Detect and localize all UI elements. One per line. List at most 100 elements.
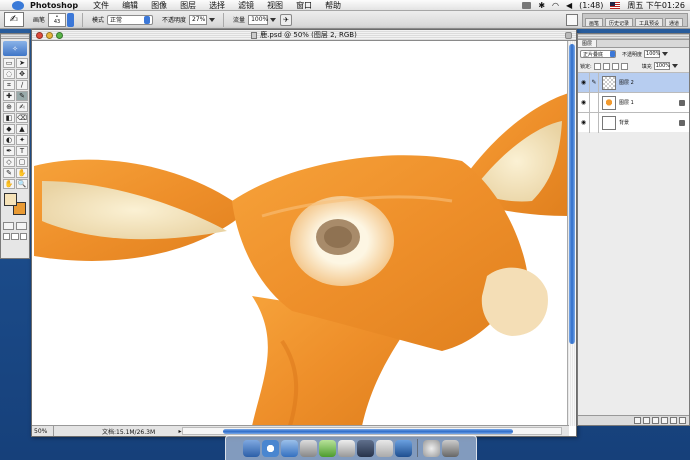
flow-field[interactable]: 100% — [248, 14, 268, 25]
tool-button-22[interactable]: ✋ — [3, 179, 15, 189]
tool-button-17[interactable]: T — [16, 146, 28, 156]
fill-arrow-icon[interactable] — [671, 64, 678, 68]
tool-button-4[interactable]: ⌗ — [3, 80, 15, 90]
horizontal-scrollbar[interactable] — [182, 427, 562, 435]
opacity-slider-arrow-icon[interactable] — [209, 17, 216, 22]
tool-button-1[interactable]: ➤ — [16, 58, 28, 68]
brush-picker[interactable]: • 43 — [48, 12, 67, 27]
brush-tool-preset-icon[interactable]: ✍ — [4, 12, 24, 27]
mode-select[interactable]: 正常 — [107, 14, 154, 25]
lock-image-icon[interactable] — [602, 62, 610, 70]
toolbar-toggle-icon[interactable] — [565, 32, 572, 39]
brush-dropdown-arrow[interactable] — [67, 12, 75, 27]
lock-position-icon[interactable] — [611, 62, 619, 70]
tool-button-12[interactable]: ◆ — [3, 124, 15, 134]
airbrush-toggle-icon[interactable]: ✈ — [280, 13, 293, 26]
zoom-window-icon[interactable] — [56, 32, 63, 39]
wifi-icon[interactable]: ◠ — [552, 1, 559, 10]
quick-mask-mode-button[interactable] — [16, 222, 27, 230]
apple-menu-icon[interactable] — [12, 0, 24, 10]
tool-button-5[interactable]: ∕ — [16, 80, 28, 90]
full-screen-button[interactable] — [19, 233, 27, 240]
tool-button-19[interactable]: ▢ — [16, 157, 28, 167]
tool-button-23[interactable]: 🔍 — [16, 179, 28, 189]
delete-layer-icon[interactable] — [679, 417, 686, 424]
brush-indicator-icon[interactable]: ✎ — [590, 72, 599, 93]
well-tab-channels[interactable]: 通道 — [664, 17, 683, 27]
menu-help[interactable]: 帮助 — [325, 0, 341, 11]
new-layer-icon[interactable] — [670, 417, 677, 424]
tool-button-2[interactable]: ◌ — [3, 69, 15, 79]
bluetooth-icon[interactable]: ✱ — [538, 1, 545, 10]
well-tab-history[interactable]: 历史记录 — [604, 17, 633, 27]
well-tab-tool-presets[interactable]: 工具预设 — [634, 17, 663, 27]
trash-dock-icon[interactable] — [442, 439, 459, 457]
layer-style-icon[interactable] — [634, 417, 641, 424]
address-book-dock-icon[interactable] — [338, 439, 355, 457]
tool-button-3[interactable]: ✥ — [16, 69, 28, 79]
opacity-field[interactable]: 27% — [189, 14, 208, 25]
new-set-icon[interactable] — [652, 417, 659, 424]
tool-button-16[interactable]: ✒ — [3, 146, 15, 156]
menu-view[interactable]: 视图 — [267, 0, 283, 11]
safari-dock-icon[interactable] — [262, 439, 279, 457]
minimize-window-icon[interactable] — [46, 32, 53, 39]
menu-edit[interactable]: 编辑 — [122, 0, 138, 11]
file-browser-button[interactable] — [565, 13, 578, 26]
document-titlebar[interactable]: 鹿.psd @ 50% (图层 2, RGB) — [32, 30, 576, 41]
ichat-dock-icon[interactable] — [300, 439, 317, 457]
tool-button-13[interactable]: ▲ — [16, 124, 28, 134]
tool-button-6[interactable]: ✚ — [3, 91, 15, 101]
close-window-icon[interactable] — [36, 32, 43, 39]
photoshop-logo-icon[interactable]: ✧ — [3, 41, 27, 56]
link-indicator-icon[interactable] — [590, 92, 599, 113]
menu-image[interactable]: 图像 — [151, 0, 167, 11]
lock-transparency-icon[interactable] — [593, 62, 601, 70]
layer-opacity-arrow-icon[interactable] — [662, 52, 669, 56]
input-flag-icon[interactable] — [610, 1, 621, 9]
finder-dock-icon[interactable] — [243, 439, 260, 457]
visibility-eye-icon[interactable]: ◉ — [578, 92, 590, 113]
tool-button-14[interactable]: ◐ — [3, 135, 15, 145]
zoom-level-field[interactable]: 50% — [32, 426, 54, 436]
document-proxy-icon[interactable] — [251, 31, 258, 39]
fill-field[interactable]: 100% — [653, 62, 670, 70]
lock-all-icon[interactable] — [620, 62, 628, 70]
foreground-color-swatch[interactable] — [4, 193, 17, 206]
menu-window[interactable]: 窗口 — [296, 0, 312, 11]
tool-button-11[interactable]: ⌫ — [16, 113, 28, 123]
tools-titlebar[interactable] — [1, 34, 29, 39]
photoshop-dock-icon[interactable] — [395, 439, 412, 457]
menu-layer[interactable]: 图层 — [180, 0, 196, 11]
display-icon[interactable] — [522, 1, 532, 9]
layer-row-background[interactable]: ◉ 背景 — [578, 112, 689, 133]
iphoto-dock-icon[interactable] — [357, 439, 374, 457]
app-menu[interactable]: Photoshop — [30, 1, 78, 10]
visibility-eye-icon[interactable]: ◉ — [578, 112, 590, 133]
link-indicator-icon[interactable] — [590, 112, 599, 133]
tab-layers[interactable]: 图层 — [578, 40, 598, 47]
well-tab-brushes[interactable]: 画笔 — [584, 17, 603, 27]
add-mask-icon[interactable] — [643, 417, 650, 424]
tool-button-8[interactable]: ⊕ — [3, 102, 15, 112]
standard-screen-button[interactable] — [3, 233, 11, 240]
standard-mode-button[interactable] — [3, 222, 14, 230]
image-canvas[interactable] — [32, 41, 569, 426]
horizontal-scroll-thumb[interactable] — [223, 429, 513, 434]
adjustment-layer-icon[interactable] — [661, 417, 668, 424]
vertical-scrollbar[interactable] — [567, 41, 576, 426]
volume-icon[interactable]: ◀ — [566, 1, 572, 10]
layer-row-layer-1[interactable]: ◉ 图层 1 — [578, 92, 689, 113]
visibility-eye-icon[interactable]: ◉ — [578, 72, 590, 93]
battery-status[interactable]: (1:48) — [579, 1, 603, 10]
tool-button-15[interactable]: ✦ — [16, 135, 28, 145]
imovie-dock-icon[interactable] — [376, 439, 393, 457]
menu-file[interactable]: 文件 — [93, 0, 109, 11]
layer-opacity-field[interactable]: 100% — [644, 50, 660, 58]
system-prefs-dock-icon[interactable] — [423, 439, 440, 457]
blend-mode-select[interactable]: 正片叠底 — [580, 50, 616, 58]
menu-clock[interactable]: 周五 下午01:26 — [627, 0, 685, 11]
tool-button-7[interactable]: ✎ — [16, 91, 28, 101]
tool-button-18[interactable]: ◇ — [3, 157, 15, 167]
tool-button-9[interactable]: ✍ — [16, 102, 28, 112]
